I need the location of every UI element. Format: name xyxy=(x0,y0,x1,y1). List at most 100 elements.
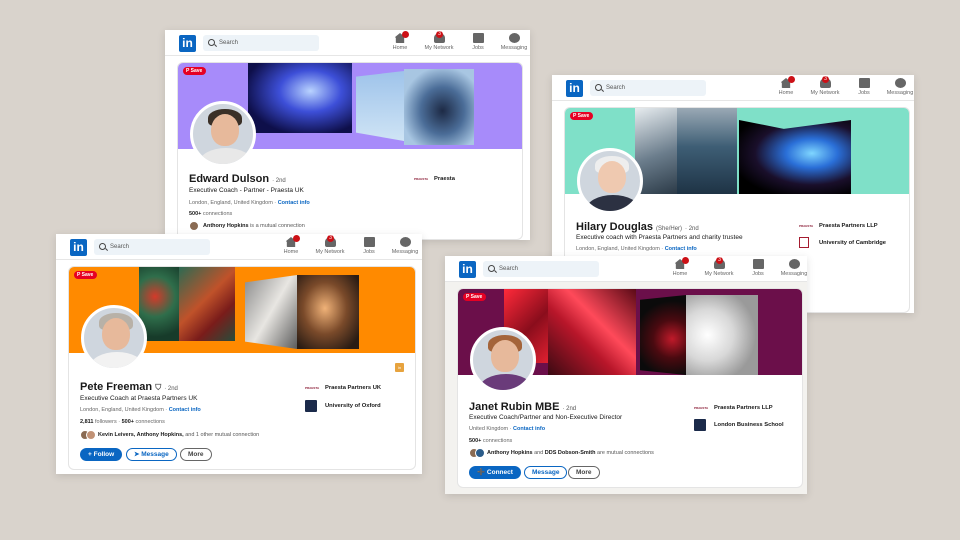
nav-network[interactable]: 3 My Network xyxy=(308,235,352,255)
nav-messaging[interactable]: Messaging xyxy=(495,33,530,51)
company-page-icon[interactable]: in xyxy=(395,363,404,372)
nav-home[interactable]: Home xyxy=(663,257,697,277)
network-badge: 3 xyxy=(716,257,723,264)
mutual-connections[interactable]: Kevin Leivers, Anthony Hopkins, and 1 ot… xyxy=(80,430,259,440)
linkedin-logo-icon[interactable]: in xyxy=(179,35,196,52)
nav-messaging[interactable]: Messaging xyxy=(881,78,914,96)
org-praesta[interactable]: PRAESTA Praesta xyxy=(414,174,455,184)
nav-network[interactable]: 3 My Network xyxy=(697,257,741,277)
connect-button[interactable]: ➕ Connect xyxy=(469,466,521,479)
linkedin-logo-icon[interactable]: in xyxy=(566,80,583,97)
profile-name: Edward Dulson · 2nd xyxy=(189,173,286,185)
linkedin-logo-icon[interactable]: in xyxy=(70,239,87,256)
search-input[interactable]: Search xyxy=(483,261,599,277)
profile-headline: Executive coach with Praesta Partners an… xyxy=(576,234,743,241)
message-button[interactable]: Message xyxy=(524,466,568,479)
top-nav-bar: in Search Home 3 My Network Jobs Messagin… xyxy=(165,30,530,56)
follow-button[interactable]: + Follow xyxy=(80,448,123,461)
avatar[interactable] xyxy=(470,327,536,393)
messaging-icon xyxy=(508,33,520,43)
nav-menu: Home 3My Network Jobs Messaging No xyxy=(383,31,530,51)
banner-image-glass xyxy=(739,120,851,194)
org-praesta-partners[interactable]: PRAESTA Praesta Partners LLP xyxy=(799,221,878,231)
nav-home[interactable]: Home xyxy=(383,31,417,51)
nav-home[interactable]: Home xyxy=(769,76,803,96)
top-nav-bar: in Search Home 3 My Network Jobs Messagin… xyxy=(56,234,422,260)
avatar xyxy=(475,448,485,458)
nav-jobs[interactable]: Jobs xyxy=(847,78,881,96)
cambridge-crest-icon xyxy=(799,237,809,248)
profile-location: London, England, United Kingdom · Contac… xyxy=(576,246,697,252)
profile-headline: Executive Coach at Praesta Partners UK xyxy=(80,395,198,402)
connections-count[interactable]: 500+ connections xyxy=(469,438,512,444)
banner-image-bird xyxy=(356,71,404,141)
search-icon xyxy=(488,265,495,272)
nav-network[interactable]: 3 My Network xyxy=(803,76,847,96)
org-praesta-partners-uk[interactable]: PRAESTA Praesta Partners UK xyxy=(305,383,381,393)
messaging-icon xyxy=(399,237,411,247)
search-input[interactable]: Search xyxy=(203,35,319,51)
linkedin-logo-icon[interactable]: in xyxy=(459,261,476,278)
janet-profile-card: Save Janet Rubin MBE· 2nd Executive Coac… xyxy=(457,288,803,488)
top-nav-bar: in Search Home 3 My Network Jobs Messagin… xyxy=(552,75,914,101)
search-icon xyxy=(208,39,215,46)
nav-network[interactable]: 3 My Network xyxy=(417,31,461,51)
contact-info-link[interactable]: Contact info xyxy=(278,200,310,206)
profile-name: Hilary Douglas (She/Her) · 2nd xyxy=(576,221,699,233)
org-london-business-school[interactable]: London Business School xyxy=(694,419,784,431)
contact-info-link[interactable]: Contact info xyxy=(169,407,201,413)
janet-window: in Search Home 3 My Network Jobs Messagin… xyxy=(445,256,807,494)
nav-jobs[interactable]: Jobs xyxy=(461,33,495,51)
mutual-connections[interactable]: Anthony Hopkins is a mutual connection xyxy=(189,221,305,231)
mutual-connections[interactable]: Anthony Hopkins and DDS Dobson-Smith are… xyxy=(469,448,654,458)
briefcase-icon xyxy=(752,259,764,269)
avatar xyxy=(86,430,96,440)
banner-image-statue xyxy=(245,275,297,349)
nav-home[interactable]: Home xyxy=(274,235,308,255)
avatar[interactable] xyxy=(81,305,147,371)
briefcase-icon xyxy=(858,78,870,88)
pinterest-save-button[interactable]: Save xyxy=(570,112,594,120)
org-cambridge[interactable]: University of Cambridge xyxy=(799,237,886,248)
pete-window: in Search Home 3 My Network Jobs Messagin… xyxy=(56,234,422,474)
banner-image-flock xyxy=(404,69,474,145)
banner-image-gems xyxy=(548,289,636,375)
nav-menu: Home 3My Network Jobs Messaging No xyxy=(274,235,422,255)
search-icon xyxy=(595,84,602,91)
banner-image-dancer xyxy=(297,275,359,349)
connections-count[interactable]: 500+ connections xyxy=(189,211,232,217)
message-button[interactable]: ➤ Message xyxy=(126,448,177,461)
org-oxford[interactable]: University of Oxford xyxy=(305,400,381,412)
pinterest-save-button[interactable]: Save xyxy=(463,293,487,301)
contact-info-link[interactable]: Contact info xyxy=(665,246,697,252)
network-badge: 3 xyxy=(327,235,334,242)
search-input[interactable]: Search xyxy=(590,80,706,96)
followers-connections[interactable]: 2,811 followers · 500+ connections xyxy=(80,419,165,425)
search-icon xyxy=(99,243,106,250)
pinterest-save-button[interactable]: Save xyxy=(74,271,98,279)
edward-window: in Search Home 3 My Network Jobs Messagin… xyxy=(165,30,530,240)
contact-info-link[interactable]: Contact info xyxy=(513,426,545,432)
praesta-logo: PRAESTA xyxy=(799,224,814,228)
notification-badge xyxy=(788,76,795,83)
avatar[interactable] xyxy=(190,101,256,167)
nav-messaging[interactable]: Messaging xyxy=(775,259,807,277)
profile-location: United Kingdom · Contact info xyxy=(469,426,546,432)
more-button[interactable]: More xyxy=(568,466,600,479)
notification-badge xyxy=(293,235,300,242)
add-person-icon: ➕ xyxy=(477,469,487,476)
nav-messaging[interactable]: Messaging xyxy=(386,237,422,255)
profile-headline: Executive Coach/Partner and Non-Executiv… xyxy=(469,414,623,421)
pete-profile-card: Save in Pete Freeman ⛉· 2nd Executive Co… xyxy=(68,266,416,470)
nav-jobs[interactable]: Jobs xyxy=(352,237,386,255)
search-input[interactable]: Search xyxy=(94,239,210,255)
nav-jobs[interactable]: Jobs xyxy=(741,259,775,277)
pinterest-save-button[interactable]: Save xyxy=(183,67,207,75)
more-button[interactable]: More xyxy=(180,448,212,461)
avatar xyxy=(189,221,199,231)
org-praesta-partners[interactable]: PRAESTA Praesta Partners LLP xyxy=(694,403,773,413)
profile-name: Janet Rubin MBE · 2nd xyxy=(469,401,577,413)
network-badge: 3 xyxy=(822,76,829,83)
avatar[interactable] xyxy=(577,148,643,214)
lbs-logo-icon xyxy=(694,419,706,431)
